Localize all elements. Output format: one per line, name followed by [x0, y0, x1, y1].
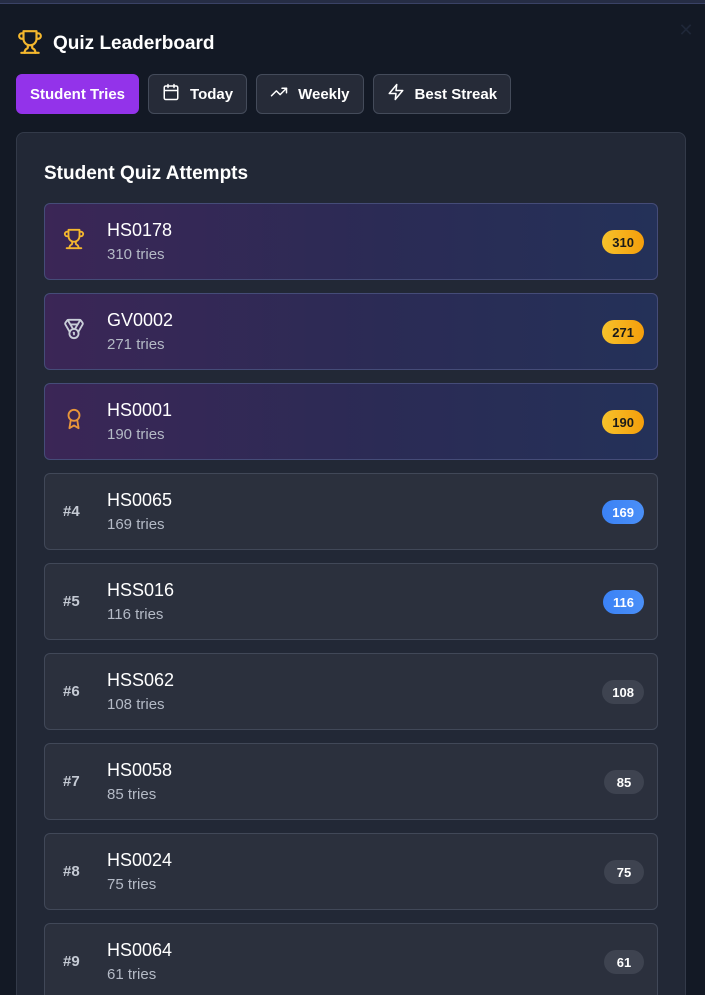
- count-badge: 108: [602, 680, 644, 704]
- tries-text: 61 tries: [107, 966, 157, 983]
- tab-student-tries[interactable]: Student Tries: [16, 74, 140, 114]
- count-badge: 310: [602, 230, 644, 254]
- award-icon: [63, 408, 85, 435]
- leaderboard-row[interactable]: #5 HSS016 116 tries 116: [44, 563, 658, 640]
- tab-label: Today: [190, 85, 234, 103]
- leaderboard-row[interactable]: GV0002 271 tries 271: [44, 293, 658, 370]
- student-id: HSS016: [107, 580, 175, 600]
- student-id: GV0002: [107, 310, 174, 330]
- rank-indicator: #9: [63, 924, 95, 995]
- page-title: Quiz Leaderboard: [53, 33, 215, 54]
- tries-text: 116 tries: [107, 606, 164, 623]
- rank-indicator: #8: [63, 834, 95, 909]
- modal-header: Quiz Leaderboard: [17, 29, 215, 60]
- lightning-icon: [387, 83, 405, 105]
- student-id: HS0064: [107, 940, 173, 960]
- count-badge: 271: [602, 320, 644, 344]
- count-badge: 116: [603, 590, 644, 614]
- tries-text: 108 tries: [107, 696, 165, 713]
- leaderboard-row[interactable]: HS0001 190 tries 190: [44, 383, 658, 460]
- rank-number: #5: [63, 593, 80, 610]
- leaderboard-list: HS0178 310 tries 310 GV0002 271 tries 27…: [44, 203, 658, 995]
- trending-up-icon: [270, 83, 288, 105]
- student-id: HS0178: [107, 220, 173, 240]
- panel-title: Student Quiz Attempts: [44, 163, 249, 184]
- leaderboard-row[interactable]: #8 HS0024 75 tries 75: [44, 833, 658, 910]
- tab-best-streak[interactable]: Best Streak: [372, 74, 512, 114]
- leaderboard-row[interactable]: #4 HS0065 169 tries 169: [44, 473, 658, 550]
- leaderboard-row[interactable]: #9 HS0064 61 tries 61: [44, 923, 658, 995]
- count-badge: 190: [602, 410, 644, 434]
- rank-number: #8: [63, 863, 80, 880]
- rank-indicator: [63, 204, 95, 279]
- tries-text: 271 tries: [107, 336, 165, 353]
- rank-indicator: [63, 294, 95, 369]
- count-badge: 85: [604, 770, 644, 794]
- student-id: HS0024: [107, 850, 173, 870]
- leaderboard-row[interactable]: HS0178 310 tries 310: [44, 203, 658, 280]
- rank-number: #9: [63, 953, 80, 970]
- count-badge: 169: [602, 500, 644, 524]
- count-badge: 61: [604, 950, 644, 974]
- medal-icon: [63, 318, 85, 345]
- close-icon: ✕: [678, 20, 694, 40]
- leaderboard-row[interactable]: #7 HS0058 85 tries 85: [44, 743, 658, 820]
- tab-label: Weekly: [298, 85, 350, 103]
- leaderboard-row[interactable]: #6 HSS062 108 tries 108: [44, 653, 658, 730]
- tries-text: 310 tries: [107, 246, 165, 263]
- trophy-icon: [63, 228, 85, 255]
- leaderboard-modal: ✕ Quiz Leaderboard Student Tries Today W…: [0, 0, 705, 995]
- rank-number: #4: [63, 503, 80, 520]
- close-button[interactable]: ✕: [676, 20, 696, 40]
- rank-number: #7: [63, 773, 80, 790]
- rank-indicator: [63, 384, 95, 459]
- tab-label: Best Streak: [414, 85, 498, 103]
- rank-number: #6: [63, 683, 80, 700]
- rank-indicator: #4: [63, 474, 95, 549]
- background-page-strip: [0, 0, 705, 4]
- attempts-panel: Student Quiz Attempts HS0178 310 tries 3…: [16, 132, 686, 995]
- student-id: HSS062: [107, 670, 175, 690]
- count-badge: 75: [604, 860, 644, 884]
- student-id: HS0065: [107, 490, 173, 510]
- tab-weekly[interactable]: Weekly: [256, 74, 364, 114]
- tab-today[interactable]: Today: [148, 74, 248, 114]
- tries-text: 190 tries: [107, 426, 165, 443]
- rank-indicator: #6: [63, 654, 95, 729]
- rank-indicator: #7: [63, 744, 95, 819]
- tries-text: 169 tries: [107, 516, 165, 533]
- rank-indicator: #5: [63, 564, 95, 639]
- tries-text: 85 tries: [107, 786, 157, 803]
- student-id: HS0058: [107, 760, 173, 780]
- tab-label: Student Tries: [30, 85, 126, 103]
- tab-bar: Student Tries Today Weekly Best Streak: [16, 74, 512, 114]
- tries-text: 75 tries: [107, 876, 157, 893]
- trophy-icon: [17, 29, 43, 60]
- calendar-icon: [162, 83, 180, 105]
- student-id: HS0001: [107, 400, 173, 420]
